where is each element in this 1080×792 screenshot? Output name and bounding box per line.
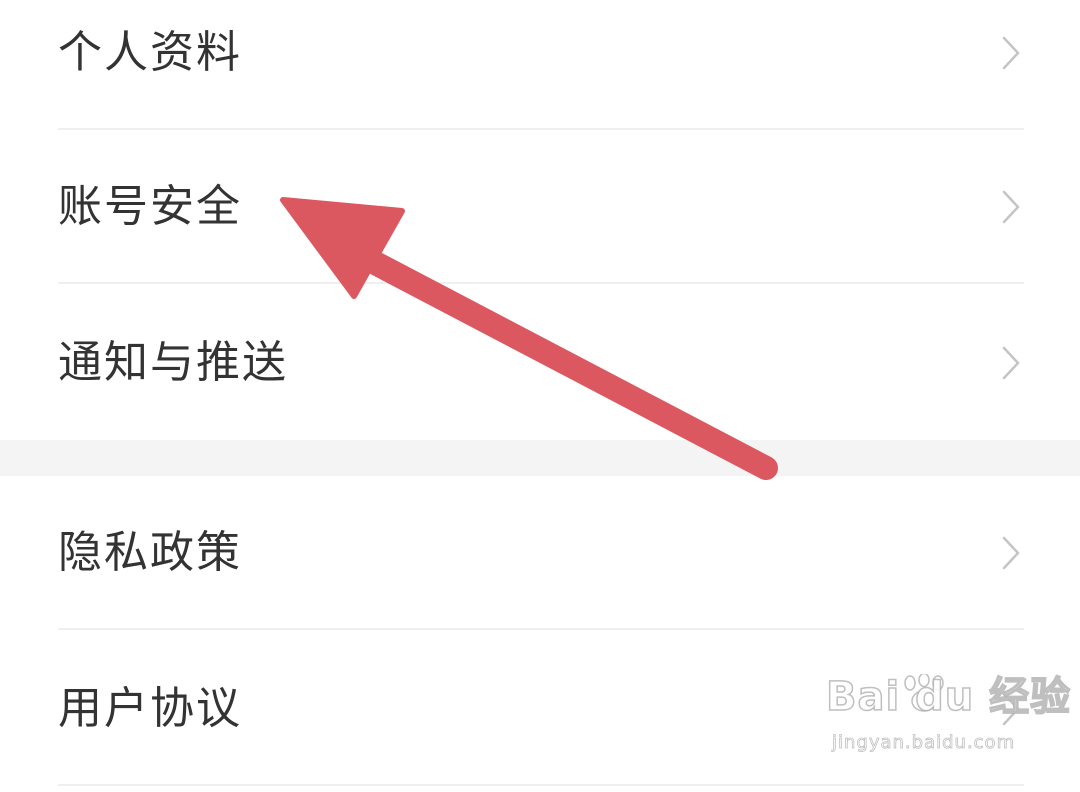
settings-group-2: 隐私政策 用户协议 (0, 476, 1080, 792)
settings-group-1: 个人资料 账号安全 通知与推送 (0, 0, 1080, 440)
settings-item-label: 用户协议 (58, 683, 242, 734)
settings-item-profile[interactable]: 个人资料 (0, 0, 1080, 130)
settings-item-account-security[interactable]: 账号安全 (0, 130, 1080, 284)
settings-item-label: 通知与推送 (58, 337, 288, 388)
settings-item-user-agreement[interactable]: 用户协议 (0, 632, 1080, 786)
chevron-right-icon (1002, 692, 1020, 726)
chevron-right-icon (1002, 536, 1020, 570)
row-divider (58, 628, 1024, 630)
settings-list: 个人资料 账号安全 通知与推送 隐私政策 用户协议 (0, 0, 1080, 792)
row-divider (58, 282, 1024, 284)
settings-item-notifications[interactable]: 通知与推送 (0, 286, 1080, 440)
group-separator (0, 440, 1080, 476)
settings-item-label: 个人资料 (58, 27, 242, 78)
chevron-right-icon (1002, 346, 1020, 380)
settings-item-label: 账号安全 (58, 181, 242, 232)
settings-item-label: 隐私政策 (58, 527, 242, 578)
chevron-right-icon (1002, 36, 1020, 70)
chevron-right-icon (1002, 190, 1020, 224)
settings-item-privacy-policy[interactable]: 隐私政策 (0, 476, 1080, 630)
row-divider (58, 784, 1024, 786)
